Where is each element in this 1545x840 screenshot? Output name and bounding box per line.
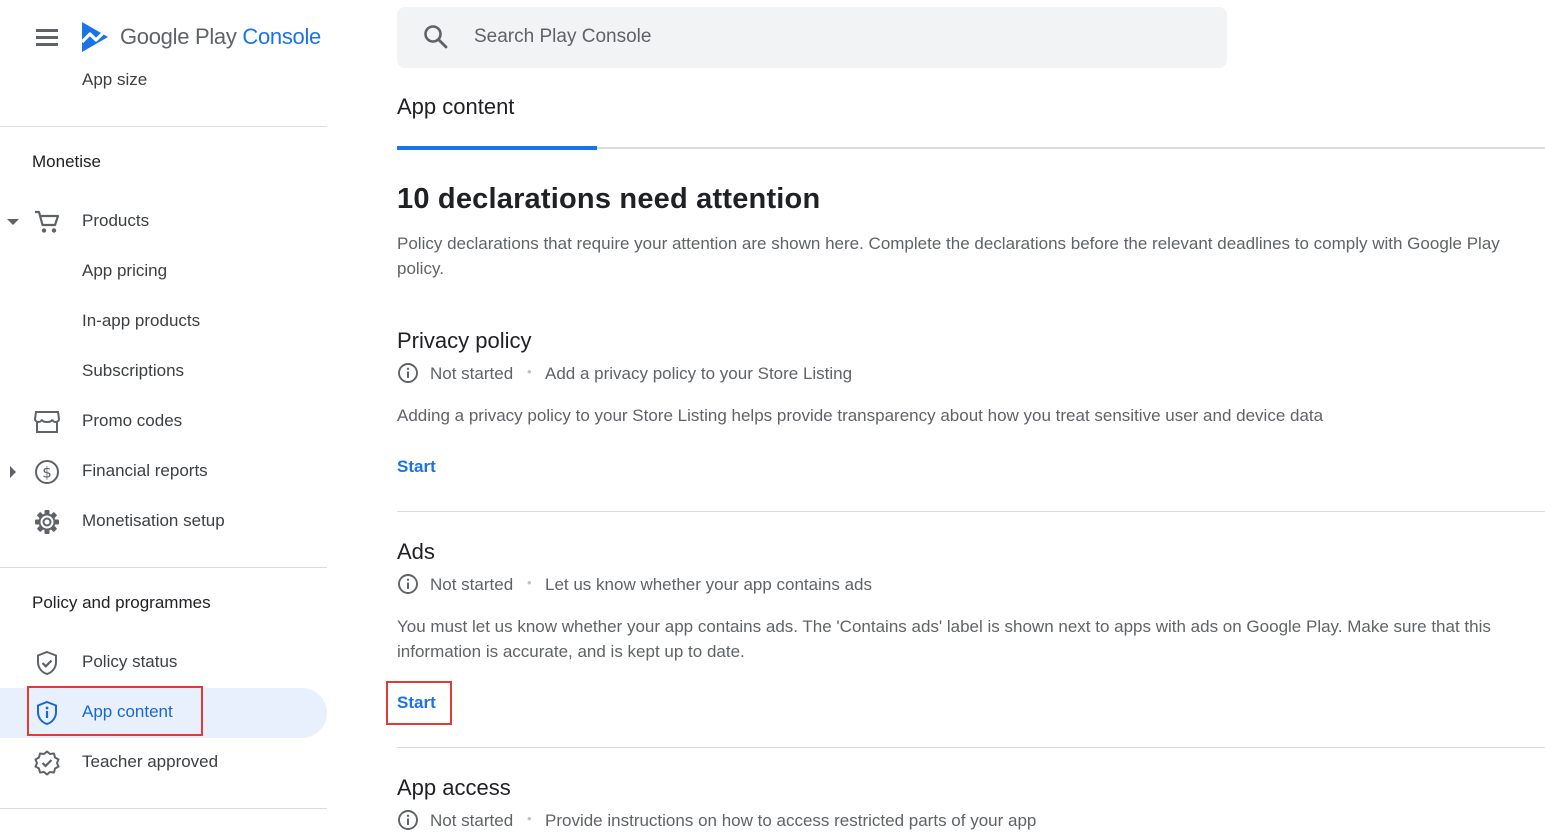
sidebar-divider: [0, 126, 327, 127]
section-title-monetise: Monetise: [32, 152, 101, 171]
sidebar-item-label: Monetisation setup: [82, 511, 225, 530]
search-placeholder: Search Play Console: [474, 26, 652, 47]
separator-dot: •: [527, 364, 532, 379]
dollar-icon: $: [35, 460, 59, 484]
status-description: Provide instructions on how to access re…: [545, 811, 1037, 830]
gear-icon: [35, 510, 59, 534]
sidebar-item-monetisation-setup[interactable]: Monetisation setup: [0, 497, 327, 547]
sidebar-item-label: In-app products: [82, 311, 201, 330]
declaration-body: Adding a privacy policy to your Store Li…: [397, 406, 1324, 425]
search-icon: [424, 25, 448, 49]
google-play-console-logo-icon: [80, 22, 110, 52]
start-button-privacy-policy[interactable]: Start: [397, 457, 436, 477]
sidebar-item-financial-reports[interactable]: $ Financial reports: [0, 447, 327, 497]
sidebar-item-label: Subscriptions: [82, 361, 185, 380]
page-title: App content: [397, 94, 515, 119]
sidebar-header: Google Play Console: [0, 0, 330, 76]
declaration-title: Privacy policy: [397, 328, 532, 353]
section-title-policy: Policy and programmes: [32, 593, 211, 612]
highlight-box-app-content: [27, 686, 203, 736]
svg-text:$: $: [42, 464, 52, 482]
cart-icon: [35, 210, 60, 233]
hamburger-menu-icon[interactable]: [32, 24, 62, 52]
sidebar-item-app-pricing[interactable]: App pricing: [0, 247, 327, 297]
sidebar-item-label: Policy status: [82, 652, 178, 671]
logo-text[interactable]: Google Play Console: [120, 24, 321, 50]
sidebar-item-label: Teacher approved: [82, 752, 219, 771]
info-icon: [398, 810, 418, 830]
declarations-heading: 10 declarations need attention: [397, 183, 821, 215]
badge-check-icon: [34, 750, 60, 776]
sidebar-item-label: Promo codes: [82, 411, 183, 430]
sidebar-item-teacher-approved[interactable]: Teacher approved: [0, 738, 327, 788]
declaration-title: Ads: [397, 539, 435, 564]
highlight-box-ads-start: [386, 681, 452, 725]
caret-down-icon[interactable]: [6, 215, 20, 229]
declaration-body: You must let us know whether your app co…: [397, 617, 1491, 661]
separator-dot: •: [527, 811, 532, 826]
intro-text: Policy declarations that require your at…: [397, 234, 1500, 278]
sidebar-item-label: Financial reports: [82, 461, 208, 480]
status-text: Not started: [430, 811, 514, 830]
info-icon: [398, 363, 418, 383]
info-icon: [398, 574, 418, 594]
sidebar-item-label: Products: [82, 211, 150, 230]
sidebar-item-products[interactable]: Products: [0, 197, 327, 247]
section-divider: [397, 747, 1545, 748]
search-input[interactable]: Search Play Console: [397, 7, 1227, 68]
sidebar-divider: [0, 567, 327, 568]
caret-right-icon[interactable]: [6, 465, 20, 479]
shield-check-icon: [37, 650, 57, 676]
status-text: Not started: [430, 575, 514, 594]
logo-console: Console: [242, 24, 321, 49]
sidebar-divider: [0, 808, 327, 809]
tab-active-indicator: [397, 146, 597, 150]
status-description: Add a privacy policy to your Store Listi…: [545, 364, 853, 383]
sidebar-item-app-size[interactable]: App size: [82, 70, 147, 90]
sidebar-item-promo-codes[interactable]: Promo codes: [0, 397, 327, 447]
declaration-title: App access: [397, 775, 511, 800]
store-icon: [33, 411, 61, 433]
logo-google-play: Google Play: [120, 24, 237, 49]
sidebar: Google Play Console App size Monetise Pr…: [0, 0, 330, 840]
sidebar-item-label: App pricing: [82, 261, 168, 280]
sidebar-item-in-app-products[interactable]: In-app products: [0, 297, 327, 347]
status-description: Let us know whether your app contains ad…: [545, 575, 872, 594]
section-divider: [397, 511, 1545, 512]
separator-dot: •: [527, 575, 532, 590]
sidebar-item-policy-status[interactable]: Policy status: [0, 638, 327, 688]
sidebar-item-subscriptions[interactable]: Subscriptions: [0, 347, 327, 397]
status-text: Not started: [430, 364, 514, 383]
